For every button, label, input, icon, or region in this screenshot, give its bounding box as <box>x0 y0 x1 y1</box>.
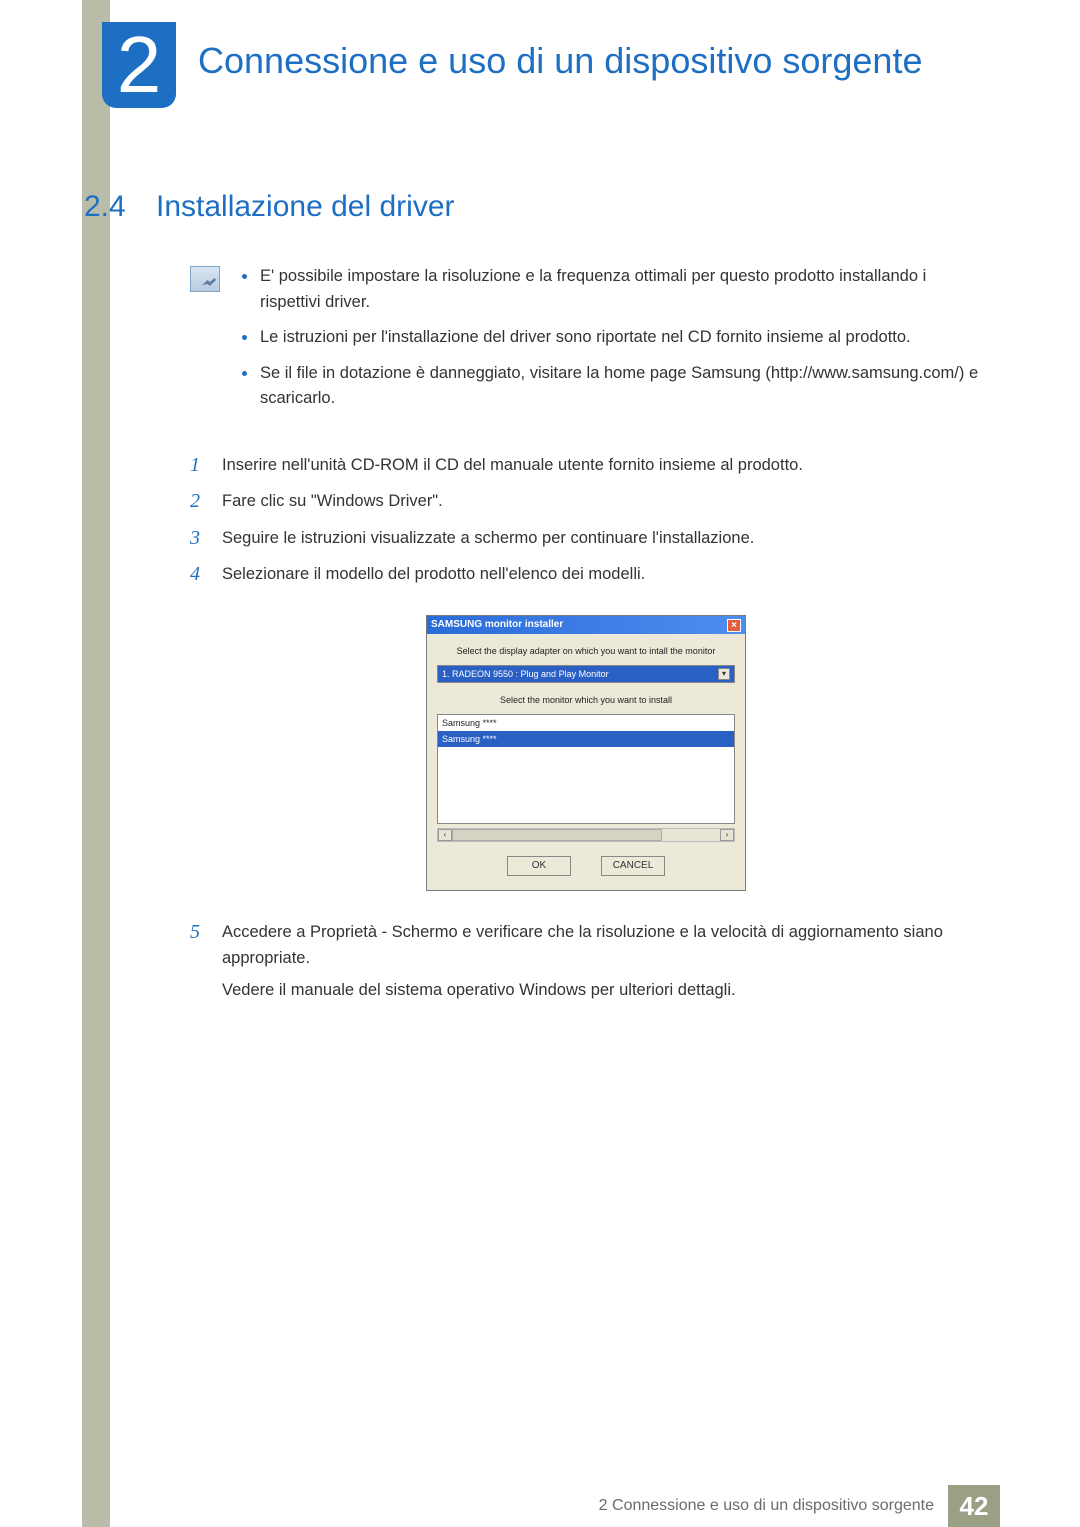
step-text: Selezionare il modello del prodotto nell… <box>222 561 982 587</box>
note-block: E' possibile impostare la risoluzione e … <box>190 264 982 422</box>
dialog-body: Select the display adapter on which you … <box>427 634 745 889</box>
monitor-list[interactable]: Samsung **** Samsung **** <box>437 714 735 824</box>
step-text: Seguire le istruzioni visualizzate a sch… <box>222 525 982 551</box>
dialog-titlebar: SAMSUNG monitor installer × <box>427 616 745 634</box>
adapter-value: 1. RADEON 9550 : Plug and Play Monitor <box>442 667 609 681</box>
step-number: 2 <box>190 488 208 514</box>
step-text: Accedere a Proprietà - Schermo e verific… <box>222 919 982 1004</box>
step-row: 2 Fare clic su "Windows Driver". <box>190 488 982 514</box>
section-number: 2.4 <box>82 190 156 224</box>
list-item[interactable]: Samsung **** <box>438 731 734 747</box>
note-item: E' possibile impostare la risoluzione e … <box>238 264 982 315</box>
note-list: E' possibile impostare la risoluzione e … <box>238 264 982 422</box>
step-number: 5 <box>190 919 208 1004</box>
chevron-down-icon[interactable]: ▾ <box>718 668 730 680</box>
section-heading: 2.4 Installazione del driver <box>82 190 982 224</box>
content-area: 2.4 Installazione del driver E' possibil… <box>82 190 982 1014</box>
step-row: 1 Inserire nell'unità CD-ROM il CD del m… <box>190 452 982 478</box>
scroll-thumb[interactable] <box>452 829 662 841</box>
adapter-label: Select the display adapter on which you … <box>437 644 735 658</box>
chapter-badge: 2 <box>102 22 176 108</box>
step-followup: Vedere il manuale del sistema operativo … <box>222 977 982 1003</box>
chapter-title: Connessione e uso di un dispositivo sorg… <box>198 40 922 82</box>
step-number: 1 <box>190 452 208 478</box>
note-icon <box>190 266 220 292</box>
steps-list: 1 Inserire nell'unità CD-ROM il CD del m… <box>190 452 982 1004</box>
step-row: 5 Accedere a Proprietà - Schermo e verif… <box>190 919 982 1004</box>
installer-dialog: SAMSUNG monitor installer × Select the d… <box>426 615 746 890</box>
page-number: 42 <box>948 1485 1000 1527</box>
cancel-button[interactable]: CANCEL <box>601 856 665 876</box>
note-item: Se il file in dotazione è danneggiato, v… <box>238 361 982 412</box>
step-text: Fare clic su "Windows Driver". <box>222 488 982 514</box>
step-row: 3 Seguire le istruzioni visualizzate a s… <box>190 525 982 551</box>
ok-button[interactable]: OK <box>507 856 571 876</box>
close-icon[interactable]: × <box>727 619 741 632</box>
scroll-right-icon[interactable]: › <box>720 829 734 841</box>
section-title: Installazione del driver <box>156 190 455 224</box>
monitor-label: Select the monitor which you want to ins… <box>437 693 735 707</box>
step-number: 3 <box>190 525 208 551</box>
note-item: Le istruzioni per l'installazione del dr… <box>238 325 982 351</box>
step-text: Inserire nell'unità CD-ROM il CD del man… <box>222 452 982 478</box>
horizontal-scrollbar[interactable]: ‹ › <box>437 828 735 842</box>
dialog-screenshot: SAMSUNG monitor installer × Select the d… <box>190 615 982 890</box>
page-footer: 2 Connessione e uso di un dispositivo so… <box>82 1485 1000 1527</box>
step-row: 4 Selezionare il modello del prodotto ne… <box>190 561 982 587</box>
adapter-select[interactable]: 1. RADEON 9550 : Plug and Play Monitor ▾ <box>437 665 735 683</box>
list-item[interactable]: Samsung **** <box>438 715 734 731</box>
scroll-left-icon[interactable]: ‹ <box>438 829 452 841</box>
dialog-title-text: SAMSUNG monitor installer <box>431 616 563 634</box>
dialog-buttons: OK CANCEL <box>437 856 735 876</box>
footer-text: 2 Connessione e uso di un dispositivo so… <box>599 1485 948 1527</box>
step-number: 4 <box>190 561 208 587</box>
